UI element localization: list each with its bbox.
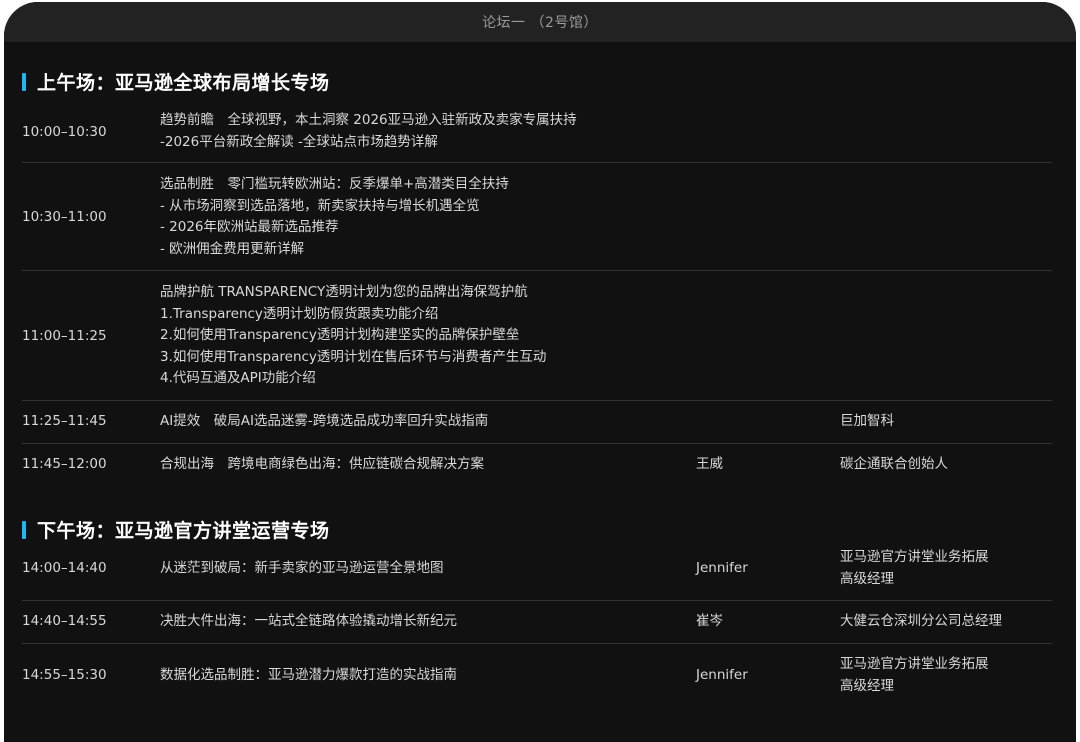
speaker-name: 王威 [696,456,723,472]
schedule-row: 11:45–12:00 合规出海 跨境电商绿色出海：供应链碳合规解决方案 王威 … [22,444,1052,486]
schedule-row: 11:25–11:45 AI提效 破局AI选品迷雾-跨境选品成功率回升实战指南 … [22,401,1052,443]
speaker-title: 亚马逊官方讲堂业务拓展 高级经理 [840,654,989,697]
topic-line: 趋势前瞻 全球视野，本土洞察 2026亚马逊入驻新政及卖家专属扶持 [160,112,577,128]
speaker-name: Jennifer [696,667,748,683]
session-time: 11:45–12:00 [22,456,107,472]
schedule-row: 14:40–14:55 决胜大件出海：一站式全链路体验撬动增长新纪元 崔岑 大健… [22,601,1052,643]
schedule-row: 14:55–15:30 数据化选品制胜：亚马逊潜力爆款打造的实战指南 Jenni… [22,644,1052,708]
section-accent-bar [22,72,26,91]
title-line: 亚马逊官方讲堂业务拓展 [840,656,989,672]
topic-line: 4.代码互通及API功能介绍 [160,370,316,386]
speaker-title: 大健云仓深圳分公司总经理 [840,613,1002,629]
schedule-row: 10:00–10:30 趋势前瞻 全球视野，本土洞察 2026亚马逊入驻新政及卖… [22,108,1052,162]
section-title: 上午场：亚马逊全球布局增长专场 [37,72,330,94]
schedule-row: 14:00–14:40 从迷茫到破局：新手卖家的亚马逊运营全景地图 Jennif… [22,547,1052,600]
venue-title: 论坛一 （2号馆） [4,2,1076,42]
section-accent-bar [22,520,26,539]
speaker-title: 巨加智科 [840,413,894,429]
topic-line: 3.如何使用Transparency透明计划在售后环节与消费者产生互动 [160,348,547,365]
session-topic: 合规出海 跨境电商绿色出海：供应链碳合规解决方案 [160,456,484,472]
session-topic: 趋势前瞻 全球视野，本土洞察 2026亚马逊入驻新政及卖家专属扶持 -2026平… [160,110,577,153]
topic-line: - 欧洲佣金费用更新详解 [160,240,305,257]
session-topic: 品牌护航 TRANSPARENCY透明计划为您的品牌出海保驾护航 1.Trans… [160,282,546,390]
title-line: 高级经理 [840,570,894,587]
session-time: 14:55–15:30 [22,667,107,683]
title-line: 亚马逊官方讲堂业务拓展 [840,549,989,565]
session-time: 14:40–14:55 [22,613,107,629]
speaker-title: 碳企通联合创始人 [840,456,948,472]
speaker-name: 崔岑 [696,613,723,629]
topic-line: 品牌护航 TRANSPARENCY透明计划为您的品牌出海保驾护航 [160,284,528,300]
topic-line: 1.Transparency透明计划防假货跟卖功能介绍 [160,305,439,322]
session-topic: AI提效 破局AI选品迷雾-跨境选品成功率回升实战指南 [160,413,489,429]
section-title: 下午场：亚马逊官方讲堂运营专场 [37,520,330,542]
session-time: 11:25–11:45 [22,413,107,429]
session-topic: 选品制胜 零门槛玩转欧洲站：反季爆单+高潜类目全扶持 - 从市场洞察到选品落地，… [160,174,509,260]
speaker-name: Jennifer [696,560,748,576]
schedule-row: 11:00–11:25 品牌护航 TRANSPARENCY透明计划为您的品牌出海… [22,271,1052,399]
session-time: 10:30–11:00 [22,209,107,225]
session-topic: 决胜大件出海：一站式全链路体验撬动增长新纪元 [160,613,457,629]
session-time: 14:00–14:40 [22,560,107,576]
topic-line: -2026平台新政全解读 -全球站点市场趋势详解 [160,133,438,150]
topic-line: - 2026年欧洲站最新选品推荐 [160,219,339,235]
afternoon-section-heading: 下午场：亚马逊官方讲堂运营专场 [22,516,330,543]
schedule-row: 10:30–11:00 选品制胜 零门槛玩转欧洲站：反季爆单+高潜类目全扶持 -… [22,163,1052,269]
session-time: 11:00–11:25 [22,328,107,344]
session-topic: 从迷茫到破局：新手卖家的亚马逊运营全景地图 [160,560,444,576]
topic-line: 2.如何使用Transparency透明计划构建坚实的品牌保护壁垒 [160,327,520,343]
session-time: 10:00–10:30 [22,124,107,140]
title-line: 高级经理 [840,677,894,694]
topic-line: 选品制胜 零门槛玩转欧洲站：反季爆单+高潜类目全扶持 [160,176,509,192]
morning-section-heading: 上午场：亚马逊全球布局增长专场 [22,68,330,95]
topic-line: - 从市场洞察到选品落地，新卖家扶持与增长机遇全览 [160,197,480,214]
session-topic: 数据化选品制胜：亚马逊潜力爆款打造的实战指南 [160,667,457,683]
speaker-title: 亚马逊官方讲堂业务拓展 高级经理 [840,547,989,590]
